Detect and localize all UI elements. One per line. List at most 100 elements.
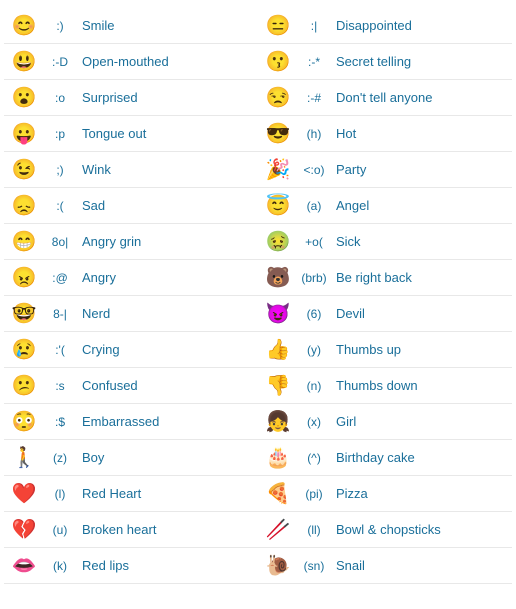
list-item: 😞 :( Sad bbox=[4, 188, 258, 224]
list-item: 😳 :$ Embarrassed bbox=[4, 404, 258, 440]
emoji-name: Secret telling bbox=[336, 54, 411, 69]
list-item: 🎉 <:o) Party bbox=[258, 152, 512, 188]
emoji-icon: 😛 bbox=[10, 120, 38, 148]
emoji-name: Disappointed bbox=[336, 18, 412, 33]
emoji-name: Birthday cake bbox=[336, 450, 415, 465]
list-item: 😕 :s Confused bbox=[4, 368, 258, 404]
emoji-code: <:o) bbox=[292, 163, 336, 177]
list-item: 🚶 (z) Boy bbox=[4, 440, 258, 476]
emoji-table: 😊 :) Smile 😑 :| Disappointed 😃 :-D Open-… bbox=[4, 8, 512, 584]
list-item: 🤓 8-| Nerd bbox=[4, 296, 258, 332]
emoji-code: (x) bbox=[292, 415, 336, 429]
emoji-name: Nerd bbox=[82, 306, 110, 321]
emoji-code: (y) bbox=[292, 343, 336, 357]
emoji-icon: 😮 bbox=[10, 84, 38, 112]
list-item: 👧 (x) Girl bbox=[258, 404, 512, 440]
emoji-icon: 🐌 bbox=[264, 552, 292, 580]
emoji-name: Smile bbox=[82, 18, 115, 33]
emoji-code: (n) bbox=[292, 379, 336, 393]
emoji-name: Confused bbox=[82, 378, 138, 393]
list-item: 😃 :-D Open-mouthed bbox=[4, 44, 258, 80]
list-item: 😑 :| Disappointed bbox=[258, 8, 512, 44]
emoji-code: :s bbox=[38, 379, 82, 393]
emoji-icon: 😎 bbox=[264, 120, 292, 148]
emoji-name: Bowl & chopsticks bbox=[336, 522, 441, 537]
emoji-name: Don't tell anyone bbox=[336, 90, 432, 105]
emoji-name: Pizza bbox=[336, 486, 368, 501]
emoji-code: :-D bbox=[38, 55, 82, 69]
emoji-code: (^) bbox=[292, 451, 336, 465]
list-item: 😛 :p Tongue out bbox=[4, 116, 258, 152]
emoji-name: Embarrassed bbox=[82, 414, 159, 429]
emoji-code: :| bbox=[292, 19, 336, 33]
emoji-icon: 👄 bbox=[10, 552, 38, 580]
emoji-name: Surprised bbox=[82, 90, 138, 105]
list-item: 😎 (h) Hot bbox=[258, 116, 512, 152]
emoji-name: Broken heart bbox=[82, 522, 156, 537]
list-item: 😮 :o Surprised bbox=[4, 80, 258, 116]
emoji-icon: 😉 bbox=[10, 156, 38, 184]
list-item: 🎂 (^) Birthday cake bbox=[258, 440, 512, 476]
emoji-code: :-* bbox=[292, 55, 336, 69]
emoji-code: (6) bbox=[292, 307, 336, 321]
emoji-name: Wink bbox=[82, 162, 111, 177]
emoji-code: 8o| bbox=[38, 235, 82, 249]
emoji-icon: 😠 bbox=[10, 264, 38, 292]
list-item: 🐻 (brb) Be right back bbox=[258, 260, 512, 296]
emoji-icon: 🚶 bbox=[10, 444, 38, 472]
list-item: 👎 (n) Thumbs down bbox=[258, 368, 512, 404]
emoji-code: :) bbox=[38, 19, 82, 33]
emoji-icon: 😳 bbox=[10, 408, 38, 436]
emoji-code: (l) bbox=[38, 487, 82, 501]
emoji-icon: 😞 bbox=[10, 192, 38, 220]
emoji-name: Crying bbox=[82, 342, 120, 357]
emoji-name: Tongue out bbox=[82, 126, 146, 141]
emoji-name: Red lips bbox=[82, 558, 129, 573]
list-item: 👄 (k) Red lips bbox=[4, 548, 258, 584]
emoji-name: Girl bbox=[336, 414, 356, 429]
emoji-icon: 😈 bbox=[264, 300, 292, 328]
emoji-code: (k) bbox=[38, 559, 82, 573]
list-item: 🍕 (pi) Pizza bbox=[258, 476, 512, 512]
emoji-code: :'( bbox=[38, 343, 82, 357]
emoji-icon: 🤓 bbox=[10, 300, 38, 328]
emoji-icon: 😢 bbox=[10, 336, 38, 364]
emoji-code: (pi) bbox=[292, 487, 336, 501]
emoji-name: Open-mouthed bbox=[82, 54, 169, 69]
emoji-icon: 😕 bbox=[10, 372, 38, 400]
emoji-name: Be right back bbox=[336, 270, 412, 285]
emoji-name: Party bbox=[336, 162, 366, 177]
emoji-code: :o bbox=[38, 91, 82, 105]
emoji-code: (brb) bbox=[292, 271, 336, 285]
list-item: 😠 :@ Angry bbox=[4, 260, 258, 296]
emoji-icon: 🤢 bbox=[264, 228, 292, 256]
emoji-icon: 🐻 bbox=[264, 264, 292, 292]
list-item: 👍 (y) Thumbs up bbox=[258, 332, 512, 368]
list-item: 😈 (6) Devil bbox=[258, 296, 512, 332]
list-item: 😒 :-# Don't tell anyone bbox=[258, 80, 512, 116]
list-item: 😢 :'( Crying bbox=[4, 332, 258, 368]
emoji-icon: 😇 bbox=[264, 192, 292, 220]
emoji-name: Devil bbox=[336, 306, 365, 321]
emoji-name: Thumbs down bbox=[336, 378, 418, 393]
emoji-icon: 😃 bbox=[10, 48, 38, 76]
emoji-name: Boy bbox=[82, 450, 104, 465]
list-item: 😊 :) Smile bbox=[4, 8, 258, 44]
emoji-name: Angry bbox=[82, 270, 116, 285]
emoji-icon: 😊 bbox=[10, 12, 38, 40]
emoji-code: (u) bbox=[38, 523, 82, 537]
list-item: 😗 :-* Secret telling bbox=[258, 44, 512, 80]
emoji-icon: 👎 bbox=[264, 372, 292, 400]
emoji-code: :p bbox=[38, 127, 82, 141]
emoji-code: :-# bbox=[292, 91, 336, 105]
emoji-icon: 🎂 bbox=[264, 444, 292, 472]
emoji-code: :@ bbox=[38, 271, 82, 285]
emoji-name: Sick bbox=[336, 234, 361, 249]
emoji-icon: 👧 bbox=[264, 408, 292, 436]
emoji-icon: 🍕 bbox=[264, 480, 292, 508]
emoji-name: Thumbs up bbox=[336, 342, 401, 357]
list-item: ❤️ (l) Red Heart bbox=[4, 476, 258, 512]
emoji-icon: 🎉 bbox=[264, 156, 292, 184]
emoji-icon: 👍 bbox=[264, 336, 292, 364]
emoji-icon: 😑 bbox=[264, 12, 292, 40]
